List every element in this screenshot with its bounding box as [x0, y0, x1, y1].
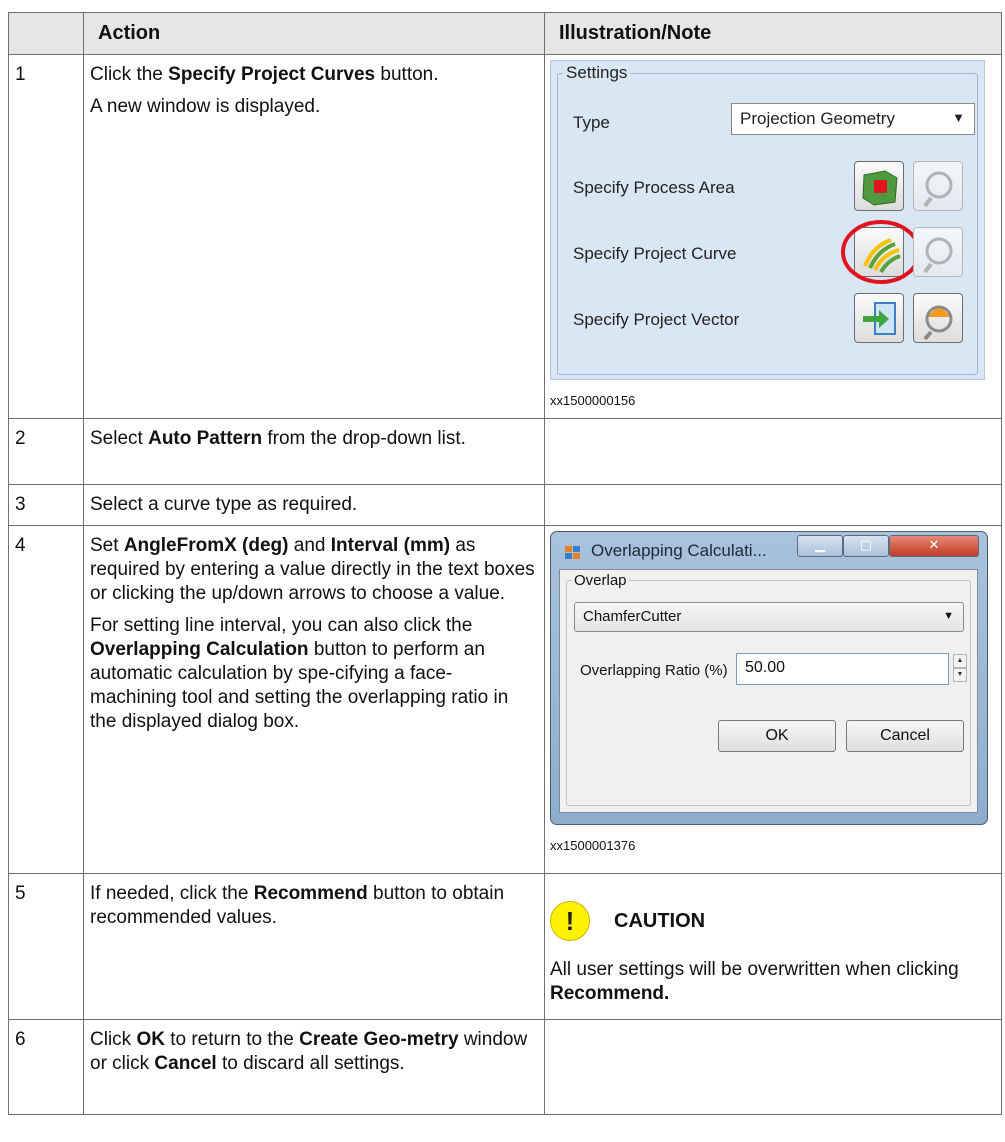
table-row: 1 Click the Specify Project Curves butto… [8, 54, 1002, 419]
process-area-view-button[interactable] [913, 161, 963, 211]
text: If needed, click the [90, 883, 254, 904]
chevron-down-icon: ▼ [952, 110, 965, 125]
caution-title: CAUTION [614, 910, 706, 932]
step-action: Select Auto Pattern from the drop-down l… [83, 418, 545, 485]
type-dropdown-value: Projection Geometry [740, 109, 895, 128]
text: Click [90, 1029, 137, 1050]
text: button. [375, 64, 439, 85]
text: Select [90, 428, 149, 449]
process-area-label: Specify Process Area [573, 178, 735, 197]
table-row: 4 Set AngleFromX (deg) and Interval (mm)… [8, 525, 1002, 874]
caution-text: All user settings will be overwritten wh… [550, 958, 990, 1006]
spin-up-icon[interactable]: ▲ [953, 654, 967, 668]
table-row: 2 Select Auto Pattern from the drop-down… [8, 418, 1002, 485]
overlapping-dialog-screenshot: Overlapping Calculati... ▁ ▢ ✕ Overlap C… [550, 531, 988, 825]
step-action: Click OK to return to the Create Geo-met… [83, 1019, 545, 1115]
magnifier-icon [923, 171, 953, 208]
ui-term: Recommend [253, 883, 368, 904]
magnifier-icon [923, 237, 953, 274]
text: Select a curve type as required. [90, 494, 358, 515]
maximize-icon: ▢ [859, 537, 873, 552]
settings-group-title: Settings [563, 63, 631, 83]
text: from the drop-down list. [262, 428, 466, 449]
specify-process-area-button[interactable] [854, 161, 904, 211]
ui-term: Overlapping Calculation [90, 639, 309, 660]
step-note [544, 418, 1002, 485]
minimize-button[interactable]: ▁ [797, 535, 843, 557]
tool-select-value: ChamferCutter [583, 608, 682, 625]
caution-box: ! CAUTION All user settings will be over… [550, 879, 1001, 1009]
project-curve-view-button[interactable] [913, 227, 963, 277]
minimize-icon: ▁ [815, 537, 825, 552]
step-note: ! CAUTION All user settings will be over… [544, 873, 1002, 1020]
step-note [544, 1019, 1002, 1115]
text: to return to the [164, 1029, 300, 1050]
text: A new window is displayed. [90, 96, 321, 117]
procedure-table: Action Illustration/Note 1 Click the Spe… [8, 12, 1002, 1115]
ui-term: Interval (mm) [330, 535, 451, 556]
ratio-stepper[interactable]: ▲ ▼ [953, 654, 967, 684]
text: All user settings will be overwritten wh… [550, 959, 959, 980]
text: For setting line interval, you can also … [90, 615, 473, 636]
table-row: 6 Click OK to return to the Create Geo-m… [8, 1019, 1002, 1115]
text: Set [90, 535, 124, 556]
step-action: Select a curve type as required. [83, 484, 545, 526]
text: Click the [90, 64, 169, 85]
step-note: Overlapping Calculati... ▁ ▢ ✕ Overlap C… [544, 525, 1002, 874]
maximize-button[interactable]: ▢ [843, 535, 889, 557]
ui-term: Specify Project Curves [168, 64, 376, 85]
table-row: 5 If needed, click the Recommend button … [8, 873, 1002, 1020]
header-action: Action [83, 12, 545, 55]
step-number: 6 [8, 1019, 84, 1115]
ui-term: AngleFromX (deg) [123, 535, 289, 556]
table-row: 3 Select a curve type as required. [8, 484, 1002, 526]
dialog-title: Overlapping Calculati... [591, 541, 767, 560]
app-window-icon [565, 546, 580, 559]
ui-term: OK [136, 1029, 165, 1050]
figure-caption: xx1500000156 [550, 393, 636, 408]
settings-panel-screenshot: Settings Type Projection Geometry ▼ Spec… [550, 60, 985, 380]
header-note: Illustration/Note [544, 12, 1002, 55]
ratio-input[interactable]: 50.00 [736, 653, 949, 685]
step-number: 2 [8, 418, 84, 485]
close-button[interactable]: ✕ [889, 535, 979, 557]
caution-icon: ! [550, 901, 590, 941]
ui-term: Auto Pattern [148, 428, 263, 449]
text: and [288, 535, 331, 556]
specify-project-vector-button[interactable] [854, 293, 904, 343]
type-label: Type [573, 113, 610, 132]
tool-select[interactable]: ChamferCutter ▼ [574, 602, 964, 632]
ui-term: Cancel [154, 1053, 217, 1074]
figure-caption: xx1500001376 [550, 838, 636, 853]
text: to discard all settings. [216, 1053, 405, 1074]
ui-term: Create Geo-metry [299, 1029, 459, 1050]
dialog-client-area: Overlap ChamferCutter ▼ Overlapping Rati… [559, 569, 978, 813]
spin-down-icon[interactable]: ▼ [953, 668, 967, 682]
ratio-label: Overlapping Ratio (%) [580, 662, 728, 679]
step-action: Set AngleFromX (deg) and Interval (mm) a… [83, 525, 545, 874]
step-number: 4 [8, 525, 84, 874]
project-curve-label: Specify Project Curve [573, 244, 737, 263]
project-vector-view-button[interactable] [913, 293, 963, 343]
step-number: 5 [8, 873, 84, 1020]
type-dropdown[interactable]: Projection Geometry ▼ [731, 103, 975, 135]
step-number: 1 [8, 54, 84, 419]
step-action: If needed, click the Recommend button to… [83, 873, 545, 1020]
cancel-button[interactable]: Cancel [846, 720, 964, 752]
step-note: Settings Type Projection Geometry ▼ Spec… [544, 54, 1002, 419]
ok-button[interactable]: OK [718, 720, 836, 752]
close-icon: ✕ [928, 537, 940, 552]
project-vector-label: Specify Project Vector [573, 310, 740, 329]
overlap-group-title: Overlap [572, 572, 629, 589]
step-action: Click the Specify Project Curves button.… [83, 54, 545, 419]
ui-term: Recommend. [550, 983, 670, 1004]
step-note [544, 484, 1002, 526]
magnifier-icon [923, 305, 953, 341]
header-number [8, 12, 84, 55]
surface-icon [862, 170, 898, 206]
chevron-down-icon: ▼ [943, 610, 954, 622]
table-header-row: Action Illustration/Note [8, 12, 1002, 55]
step-number: 3 [8, 484, 84, 526]
vector-arrow-icon [863, 302, 896, 335]
